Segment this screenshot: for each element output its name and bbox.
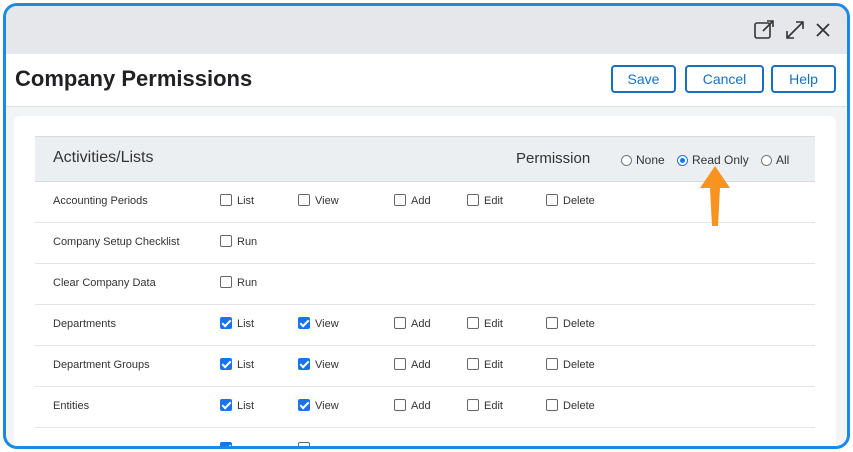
cancel-button[interactable]: Cancel: [685, 65, 764, 93]
radio-label: All: [776, 153, 790, 167]
checkbox-box[interactable]: [546, 358, 558, 370]
checkbox-box[interactable]: [467, 358, 479, 370]
checkbox-run[interactable]: Run: [220, 276, 257, 290]
checkbox-box[interactable]: [298, 358, 310, 370]
checkbox-label: Edit: [484, 195, 503, 207]
checkbox-box[interactable]: [220, 399, 232, 411]
checkbox-add[interactable]: Add: [394, 317, 431, 331]
checkbox-label: Run: [237, 236, 258, 248]
checkbox-box[interactable]: [467, 399, 479, 411]
radio-button[interactable]: [621, 155, 632, 166]
checkbox-view[interactable]: View: [298, 194, 339, 208]
checkbox-view[interactable]: View: [298, 399, 339, 413]
checkbox-box[interactable]: [298, 399, 310, 411]
page-header: Company Permissions Save Cancel Help: [6, 54, 847, 107]
checkbox-list[interactable]: List: [220, 358, 254, 372]
checkbox-box[interactable]: [394, 317, 406, 329]
checkbox-box[interactable]: [394, 399, 406, 411]
checkbox-box[interactable]: [467, 317, 479, 329]
checkbox-box[interactable]: [220, 194, 232, 206]
checkbox-view[interactable]: View: [298, 317, 339, 331]
checkbox-run[interactable]: Run: [220, 235, 257, 249]
checkbox-label: Edit: [484, 359, 503, 371]
checkbox-edit[interactable]: Edit: [467, 358, 503, 372]
checkbox-label: Delete: [563, 400, 595, 412]
radio-label: None: [636, 153, 665, 167]
checkbox-add[interactable]: Add: [394, 358, 431, 372]
checkbox-box[interactable]: [467, 194, 479, 206]
row-label: Department Groups: [53, 359, 150, 371]
checkbox-label: Run: [237, 277, 258, 289]
checkbox-label: View: [315, 195, 339, 207]
row-label: Accounting Periods: [53, 195, 148, 207]
checkbox-box[interactable]: [546, 194, 558, 206]
table-row: Departments List View Add Edit Delete: [35, 304, 815, 346]
checkbox-box[interactable]: [220, 317, 232, 329]
checkbox-delete[interactable]: Delete: [546, 194, 595, 208]
checkbox-label: Edit: [484, 400, 503, 412]
row-label: Entities: [53, 400, 90, 412]
partial-row: [298, 439, 315, 446]
partial-row: [220, 439, 237, 446]
checkbox-label: Add: [411, 318, 431, 330]
radio-button[interactable]: [677, 155, 688, 166]
checkbox-label: Edit: [484, 318, 503, 330]
expand-icon[interactable]: [783, 18, 807, 42]
close-icon[interactable]: [811, 18, 835, 42]
checkbox-delete[interactable]: Delete: [546, 399, 595, 413]
permission-label: Permission: [516, 150, 591, 167]
checkbox-label: Delete: [563, 359, 595, 371]
checkbox-list[interactable]: List: [220, 399, 254, 413]
checkbox-box[interactable]: [220, 235, 232, 247]
checkbox-label: Add: [411, 195, 431, 207]
checkbox-label: Delete: [563, 318, 595, 330]
checkbox-box[interactable]: [546, 317, 558, 329]
table-row: Entities List View Add Edit Delete: [35, 386, 815, 428]
checkbox-label: View: [315, 359, 339, 371]
row-label: Departments: [53, 318, 116, 330]
activities-header: Activities/Lists: [53, 149, 154, 166]
table-row: Clear Company Data Run: [35, 263, 815, 305]
checkbox-edit[interactable]: Edit: [467, 399, 503, 413]
checkbox-box[interactable]: [546, 399, 558, 411]
checkbox-box[interactable]: [220, 358, 232, 370]
checkbox-box[interactable]: [394, 194, 406, 206]
checkbox-view[interactable]: View: [298, 358, 339, 372]
checkbox-box[interactable]: [298, 442, 310, 446]
checkbox-label: Add: [411, 359, 431, 371]
checkbox-label: View: [315, 318, 339, 330]
table-row: Department Groups List View Add Edit Delete: [35, 345, 815, 387]
open-external-icon[interactable]: [752, 18, 776, 42]
checkbox-box[interactable]: [298, 317, 310, 329]
row-label: Company Setup Checklist: [53, 236, 180, 248]
checkbox-add[interactable]: Add: [394, 194, 431, 208]
checkbox-box[interactable]: [220, 276, 232, 288]
checkbox-label: Add: [411, 400, 431, 412]
permission-radio-none[interactable]: None: [621, 152, 665, 168]
checkbox-add[interactable]: Add: [394, 399, 431, 413]
radio-button[interactable]: [761, 155, 772, 166]
checkbox-label: List: [237, 318, 255, 330]
checkbox-label: Delete: [563, 195, 595, 207]
checkbox-edit[interactable]: Edit: [467, 194, 503, 208]
annotation-arrow-icon: [700, 166, 730, 226]
save-button[interactable]: Save: [611, 65, 676, 93]
checkbox-box[interactable]: [394, 358, 406, 370]
help-button[interactable]: Help: [771, 65, 836, 93]
title-bar: [6, 6, 847, 55]
checkbox-label: List: [237, 400, 255, 412]
row-label: Clear Company Data: [53, 277, 156, 289]
checkbox-box[interactable]: [298, 194, 310, 206]
checkbox-edit[interactable]: Edit: [467, 317, 503, 331]
checkbox-list[interactable]: List: [220, 317, 254, 331]
checkbox-label: List: [237, 359, 255, 371]
checkbox-box[interactable]: [220, 442, 232, 446]
checkbox-label: View: [315, 400, 339, 412]
page-title: Company Permissions: [15, 66, 253, 91]
permission-radio-all[interactable]: All: [761, 152, 789, 168]
checkbox-delete[interactable]: Delete: [546, 358, 595, 372]
checkbox-label: List: [237, 195, 255, 207]
checkbox-delete[interactable]: Delete: [546, 317, 595, 331]
checkbox-list[interactable]: List: [220, 194, 254, 208]
